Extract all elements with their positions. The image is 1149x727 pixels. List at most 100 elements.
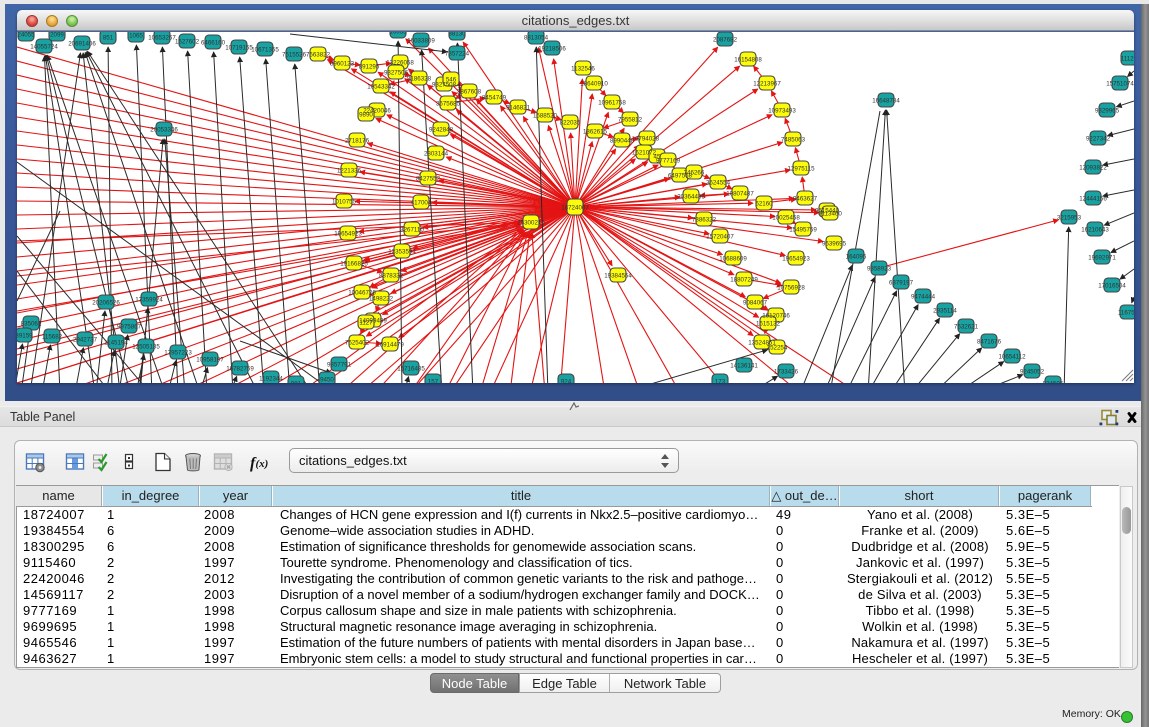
svg-text:252254: 252254 [767,344,788,351]
svg-text:7625402: 7625402 [345,339,370,346]
svg-text:17957223: 17957223 [164,349,192,356]
svg-text:173: 173 [715,378,726,383]
svg-text:16210643: 16210643 [1081,226,1109,233]
svg-text:9358923: 9358923 [867,265,892,272]
svg-text:25300215: 25300215 [517,219,545,226]
svg-text:12213967: 12213967 [753,80,781,87]
svg-text:10719155: 10719155 [225,44,253,51]
svg-text:6466160: 6466160 [201,39,226,46]
svg-text:7955812: 7955812 [618,116,643,123]
svg-text:20053346: 20053346 [150,126,178,133]
svg-text:2718176: 2718176 [345,137,370,144]
svg-text:19218506: 19218506 [538,45,566,52]
svg-text:891295: 891295 [359,63,380,70]
svg-text:7515526: 7515526 [282,51,307,58]
svg-text:822035: 822035 [560,119,581,126]
svg-text:15716485: 15716485 [397,365,425,372]
svg-text:12444156: 12444156 [1079,195,1107,202]
svg-text:16033: 16033 [389,32,407,35]
svg-text:62160: 62160 [755,200,773,207]
svg-text:7485063: 7485063 [781,136,806,143]
svg-text:1733426: 1733426 [774,368,799,375]
svg-text:9639695: 9639695 [822,240,847,247]
svg-text:19166825: 19166825 [340,260,368,267]
svg-text:1145194: 1145194 [104,339,128,346]
svg-text:17359924: 17359924 [135,296,163,303]
svg-text:1588520: 1588520 [533,112,558,119]
svg-text:9327506: 9327506 [384,69,409,76]
svg-text:9146821: 9146821 [506,104,531,111]
svg-text:8471676: 8471676 [977,338,1002,345]
svg-text:2087682: 2087682 [713,36,738,43]
svg-text:12353594: 12353594 [388,248,416,255]
svg-text:1010755: 1010755 [332,198,357,205]
svg-text:10543342: 10543342 [367,83,395,90]
svg-text:9474444: 9474444 [911,293,936,300]
svg-text:10807487: 10807487 [726,190,754,197]
svg-text:1132546: 1132546 [571,65,595,72]
svg-text:19384554: 19384554 [604,272,632,279]
svg-text:8454749: 8454749 [482,94,507,101]
svg-text:417004: 417004 [411,199,432,206]
svg-text:3215953: 3215953 [1057,214,1082,221]
svg-text:7632621: 7632621 [954,323,979,330]
svg-text:3675685: 3675685 [436,100,461,107]
svg-text:8186328: 8186328 [407,75,432,82]
svg-text:16154808: 16154808 [734,56,762,63]
svg-text:9245052: 9245052 [1020,368,1045,375]
svg-text:10961758: 10961758 [598,99,626,106]
svg-text:981: 981 [291,380,302,383]
svg-text:1362615: 1362615 [583,128,608,135]
svg-text:10688609: 10688609 [719,255,747,262]
svg-text:746266: 746266 [684,169,705,176]
svg-text:10025458: 10025458 [772,214,800,221]
svg-text:18724007: 18724007 [561,204,589,211]
svg-text:16120746: 16120746 [762,312,790,319]
svg-text:115682: 115682 [42,333,63,340]
svg-text:2942737: 2942737 [73,336,98,343]
svg-text:12505135: 12505135 [132,343,160,350]
svg-text:16914479: 16914479 [376,341,404,348]
svg-text:8878332: 8878332 [379,272,404,279]
svg-text:8813054: 8813054 [524,34,549,41]
svg-text:20364436: 20364436 [677,193,705,200]
svg-text:16033809: 16033809 [407,37,435,44]
svg-text:1065: 1065 [129,32,143,39]
svg-text:2935114: 2935114 [933,307,957,314]
svg-text:19654923: 19654923 [334,230,362,237]
svg-text:7357224: 7357224 [445,50,470,57]
svg-text:18640910: 18640910 [580,80,608,87]
svg-text:2099: 2099 [50,32,64,38]
svg-text:10653267: 10653267 [148,34,176,41]
svg-text:546: 546 [446,76,457,83]
svg-text:8960123: 8960123 [330,60,355,67]
svg-text:1221336: 1221336 [337,167,362,174]
svg-text:6379197: 6379197 [889,279,914,286]
svg-text:157: 157 [428,378,439,383]
svg-text:9084067: 9084067 [743,299,768,306]
svg-text:15751074: 15751074 [1106,80,1134,87]
svg-text:10756928: 10756928 [777,284,805,291]
svg-text:10654112: 10654112 [998,353,1026,360]
svg-text:9227342: 9227342 [1086,135,1111,142]
svg-text:9890: 9890 [359,111,373,118]
svg-text:14136141: 14136141 [730,362,758,369]
svg-text:7663822: 7663822 [306,51,331,58]
svg-text:12975115: 12975115 [787,165,815,172]
svg-text:18807249: 18807249 [730,276,758,283]
svg-text:10958107: 10958107 [196,356,224,363]
svg-text:9113460: 9113460 [818,210,842,217]
svg-text:1192344: 1192344 [259,375,283,382]
svg-text:164095: 164095 [846,253,867,260]
svg-text:9242848: 9242848 [429,126,454,133]
svg-text:20206526: 20206526 [92,299,120,306]
svg-text:10671355: 10671355 [251,46,279,53]
svg-text:1498222: 1498222 [369,295,394,302]
svg-text:19692971: 19692971 [1088,254,1116,261]
svg-text:17016504: 17016504 [1098,282,1126,289]
svg-text:1615132: 1615132 [756,320,781,327]
svg-text:15495759: 15495759 [789,226,817,233]
svg-text:20691406: 20691406 [68,40,96,47]
svg-text:116753: 116753 [1118,309,1134,316]
svg-text:835061: 835061 [21,320,42,327]
